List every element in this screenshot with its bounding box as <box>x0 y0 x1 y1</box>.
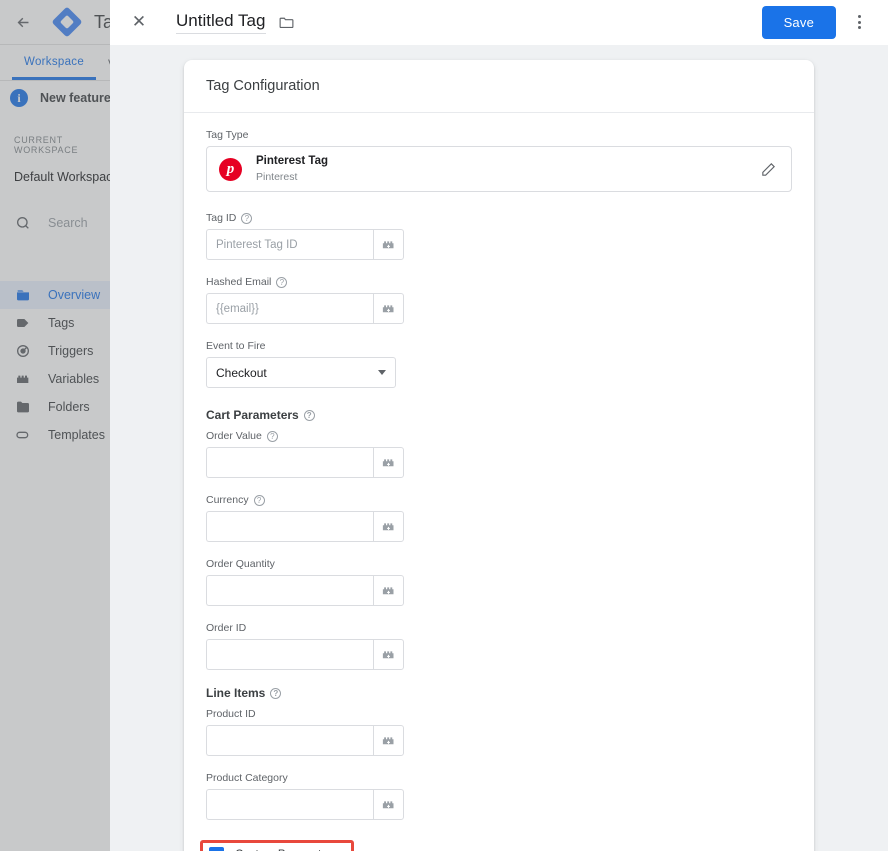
custom-parameters-checkbox[interactable] <box>209 847 224 851</box>
hashed-email-input[interactable] <box>206 293 373 324</box>
product-id-row <box>206 725 792 756</box>
tag-configuration-card: Tag Configuration Tag Type p Pinterest T… <box>184 60 814 851</box>
tag-id-label: Tag ID ? <box>206 212 792 224</box>
help-icon[interactable]: ? <box>241 212 253 224</box>
pinterest-logo-icon: p <box>219 157 242 181</box>
order-value-label: Order Value ? <box>206 430 792 442</box>
order-quantity-label-text: Order Quantity <box>206 558 275 570</box>
tag-type-box[interactable]: p Pinterest Tag Pinterest <box>206 146 792 192</box>
product-category-label: Product Category <box>206 772 792 784</box>
tag-name-input[interactable]: Untitled Tag <box>176 11 266 34</box>
event-to-fire-value: Checkout <box>216 365 267 380</box>
tag-id-label-text: Tag ID <box>206 212 237 224</box>
variable-picker-icon[interactable] <box>373 229 404 260</box>
order-value-label-text: Order Value <box>206 430 262 442</box>
variable-picker-icon[interactable] <box>373 575 404 606</box>
more-options-icon[interactable] <box>842 5 876 39</box>
currency-row <box>206 511 792 542</box>
tag-type-text: Pinterest Tag Pinterest <box>256 154 328 184</box>
variable-picker-icon[interactable] <box>373 511 404 542</box>
product-id-label: Product ID <box>206 708 792 720</box>
help-icon[interactable]: ? <box>276 276 288 288</box>
help-icon[interactable]: ? <box>253 494 265 506</box>
tag-id-row <box>206 229 792 260</box>
order-quantity-row <box>206 575 792 606</box>
order-id-input[interactable] <box>206 639 373 670</box>
order-id-row <box>206 639 792 670</box>
pencil-icon[interactable] <box>760 161 777 178</box>
hashed-email-label-text: Hashed Email <box>206 276 272 288</box>
product-id-input[interactable] <box>206 725 373 756</box>
product-category-row <box>206 789 792 820</box>
help-icon[interactable]: ? <box>266 430 278 442</box>
help-icon[interactable]: ? <box>270 687 282 699</box>
card-title: Tag Configuration <box>184 60 814 113</box>
folder-icon[interactable] <box>278 14 295 31</box>
tag-type-label: Tag Type <box>206 129 792 141</box>
tag-type-label-text: Tag Type <box>206 129 249 141</box>
product-category-label-text: Product Category <box>206 772 288 784</box>
line-items-label-text: Line Items <box>206 686 266 700</box>
hashed-email-row <box>206 293 792 324</box>
hashed-email-label: Hashed Email ? <box>206 276 792 288</box>
event-to-fire-select[interactable]: Checkout <box>206 357 396 388</box>
order-value-input[interactable] <box>206 447 373 478</box>
event-to-fire-label-text: Event to Fire <box>206 340 266 352</box>
order-id-label-text: Order ID <box>206 622 247 634</box>
chevron-down-icon <box>378 370 386 375</box>
event-to-fire-label: Event to Fire <box>206 340 792 352</box>
currency-label-text: Currency <box>206 494 249 506</box>
cart-parameters-group-label: Cart Parameters ? <box>206 408 792 422</box>
variable-picker-icon[interactable] <box>373 639 404 670</box>
variable-picker-icon[interactable] <box>373 725 404 756</box>
order-quantity-input[interactable] <box>206 575 373 606</box>
cart-parameters-label-text: Cart Parameters <box>206 408 299 422</box>
variable-picker-icon[interactable] <box>373 789 404 820</box>
close-icon[interactable]: ✕ <box>124 7 154 37</box>
product-category-input[interactable] <box>206 789 373 820</box>
order-value-row <box>206 447 792 478</box>
order-id-label: Order ID <box>206 622 792 634</box>
line-items-group-label: Line Items ? <box>206 686 792 700</box>
variable-picker-icon[interactable] <box>373 293 404 324</box>
tag-type-vendor: Pinterest <box>256 170 298 183</box>
currency-label: Currency ? <box>206 494 792 506</box>
modal-header: ✕ Untitled Tag Save <box>110 0 888 45</box>
save-button[interactable]: Save <box>761 5 836 39</box>
product-id-label-text: Product ID <box>206 708 256 720</box>
tag-editor-modal: ✕ Untitled Tag Save Tag Configuration Ta… <box>110 0 888 851</box>
custom-parameters-highlight: Custom Parameters <box>200 840 355 851</box>
help-icon[interactable]: ? <box>303 409 315 421</box>
variable-picker-icon[interactable] <box>373 447 404 478</box>
card-content: Tag Type p Pinterest Tag Pinterest Tag I… <box>184 113 814 851</box>
modal-body: Tag Configuration Tag Type p Pinterest T… <box>110 45 888 851</box>
currency-input[interactable] <box>206 511 373 542</box>
order-quantity-label: Order Quantity <box>206 558 792 570</box>
tag-id-input[interactable] <box>206 229 373 260</box>
tag-type-name: Pinterest Tag <box>256 155 328 168</box>
tag-name-container: Untitled Tag <box>176 11 295 34</box>
